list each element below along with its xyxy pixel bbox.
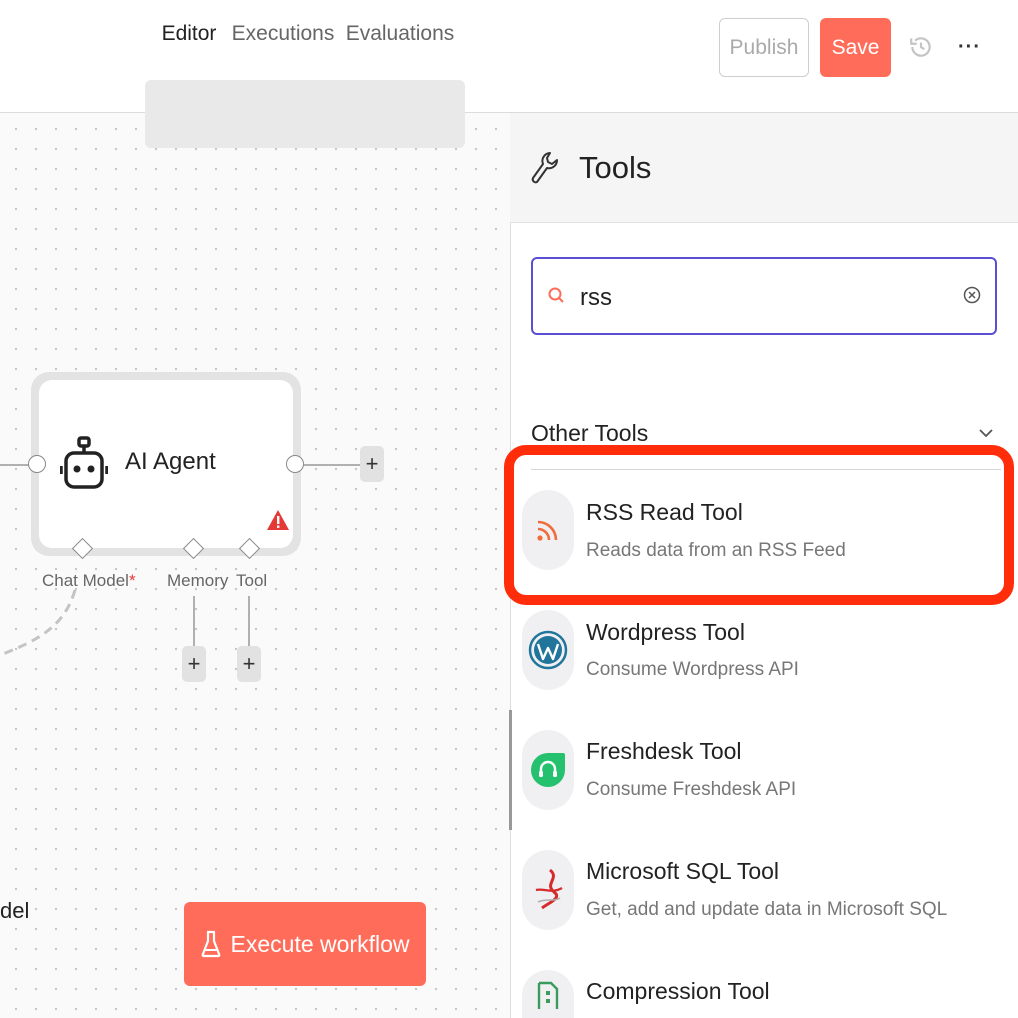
save-button[interactable]: Save bbox=[820, 18, 891, 77]
tool-name: Freshdesk Tool bbox=[586, 738, 742, 764]
robot-icon bbox=[60, 436, 108, 489]
tab-evaluations[interactable]: Evaluations bbox=[345, 8, 455, 59]
execute-workflow-label: Execute workflow bbox=[230, 930, 410, 957]
tab-executions[interactable]: Executions bbox=[232, 8, 335, 59]
tool-name: Compression Tool bbox=[586, 978, 770, 1004]
chat-model-connection bbox=[0, 589, 77, 657]
clear-search-icon[interactable] bbox=[963, 286, 981, 304]
warning-icon[interactable] bbox=[266, 508, 290, 532]
workflow-canvas[interactable] bbox=[0, 113, 510, 1018]
tool-name: Microsoft SQL Tool bbox=[586, 858, 780, 884]
tool-icon-wrap bbox=[522, 850, 574, 930]
freshdesk-icon bbox=[531, 753, 565, 787]
incoming-connection bbox=[0, 464, 30, 466]
compression-icon bbox=[537, 981, 559, 1009]
input-port[interactable] bbox=[28, 455, 46, 473]
add-tool-button[interactable]: + bbox=[237, 646, 261, 682]
partial-node-label: del bbox=[0, 898, 30, 923]
execute-workflow-button[interactable]: Execute workflow bbox=[184, 902, 426, 986]
section-title: Other Tools bbox=[531, 420, 649, 446]
output-connection bbox=[304, 464, 360, 466]
tool-line bbox=[248, 596, 250, 646]
view-tabs bbox=[145, 80, 465, 148]
panel-scrollbar[interactable] bbox=[509, 710, 512, 830]
memory-line bbox=[193, 596, 195, 646]
tool-description: Get, add and update data in Microsoft SQ… bbox=[586, 899, 948, 920]
wrench-icon bbox=[531, 152, 558, 184]
tool-label: Tool bbox=[236, 571, 268, 590]
highlight-box bbox=[504, 445, 1014, 605]
tool-name: Wordpress Tool bbox=[586, 619, 745, 645]
tool-icon-wrap bbox=[522, 970, 574, 1018]
search-input[interactable] bbox=[580, 278, 940, 318]
tool-icon-wrap bbox=[522, 610, 574, 690]
output-port[interactable] bbox=[286, 455, 304, 473]
more-options-icon[interactable]: ··· bbox=[958, 36, 984, 60]
flask-icon bbox=[201, 930, 220, 958]
memory-label: Memory bbox=[167, 571, 229, 590]
tab-editor[interactable]: Editor bbox=[152, 8, 226, 59]
tool-description: Consume Wordpress API bbox=[586, 659, 799, 680]
tool-description: Consume Freshdesk API bbox=[586, 779, 797, 800]
history-icon[interactable] bbox=[908, 34, 934, 60]
required-mark: * bbox=[128, 571, 136, 590]
chevron-down-icon[interactable] bbox=[978, 427, 994, 439]
tool-icon-wrap bbox=[522, 730, 574, 810]
add-output-node-button[interactable]: + bbox=[360, 446, 384, 482]
search-icon bbox=[548, 287, 564, 303]
add-memory-button[interactable]: + bbox=[182, 646, 206, 682]
publish-button[interactable]: Publish bbox=[719, 18, 809, 77]
node-title: AI Agent bbox=[125, 448, 216, 475]
wordpress-icon bbox=[528, 630, 568, 670]
mssql-icon bbox=[535, 868, 563, 910]
panel-title: Tools bbox=[579, 150, 652, 185]
